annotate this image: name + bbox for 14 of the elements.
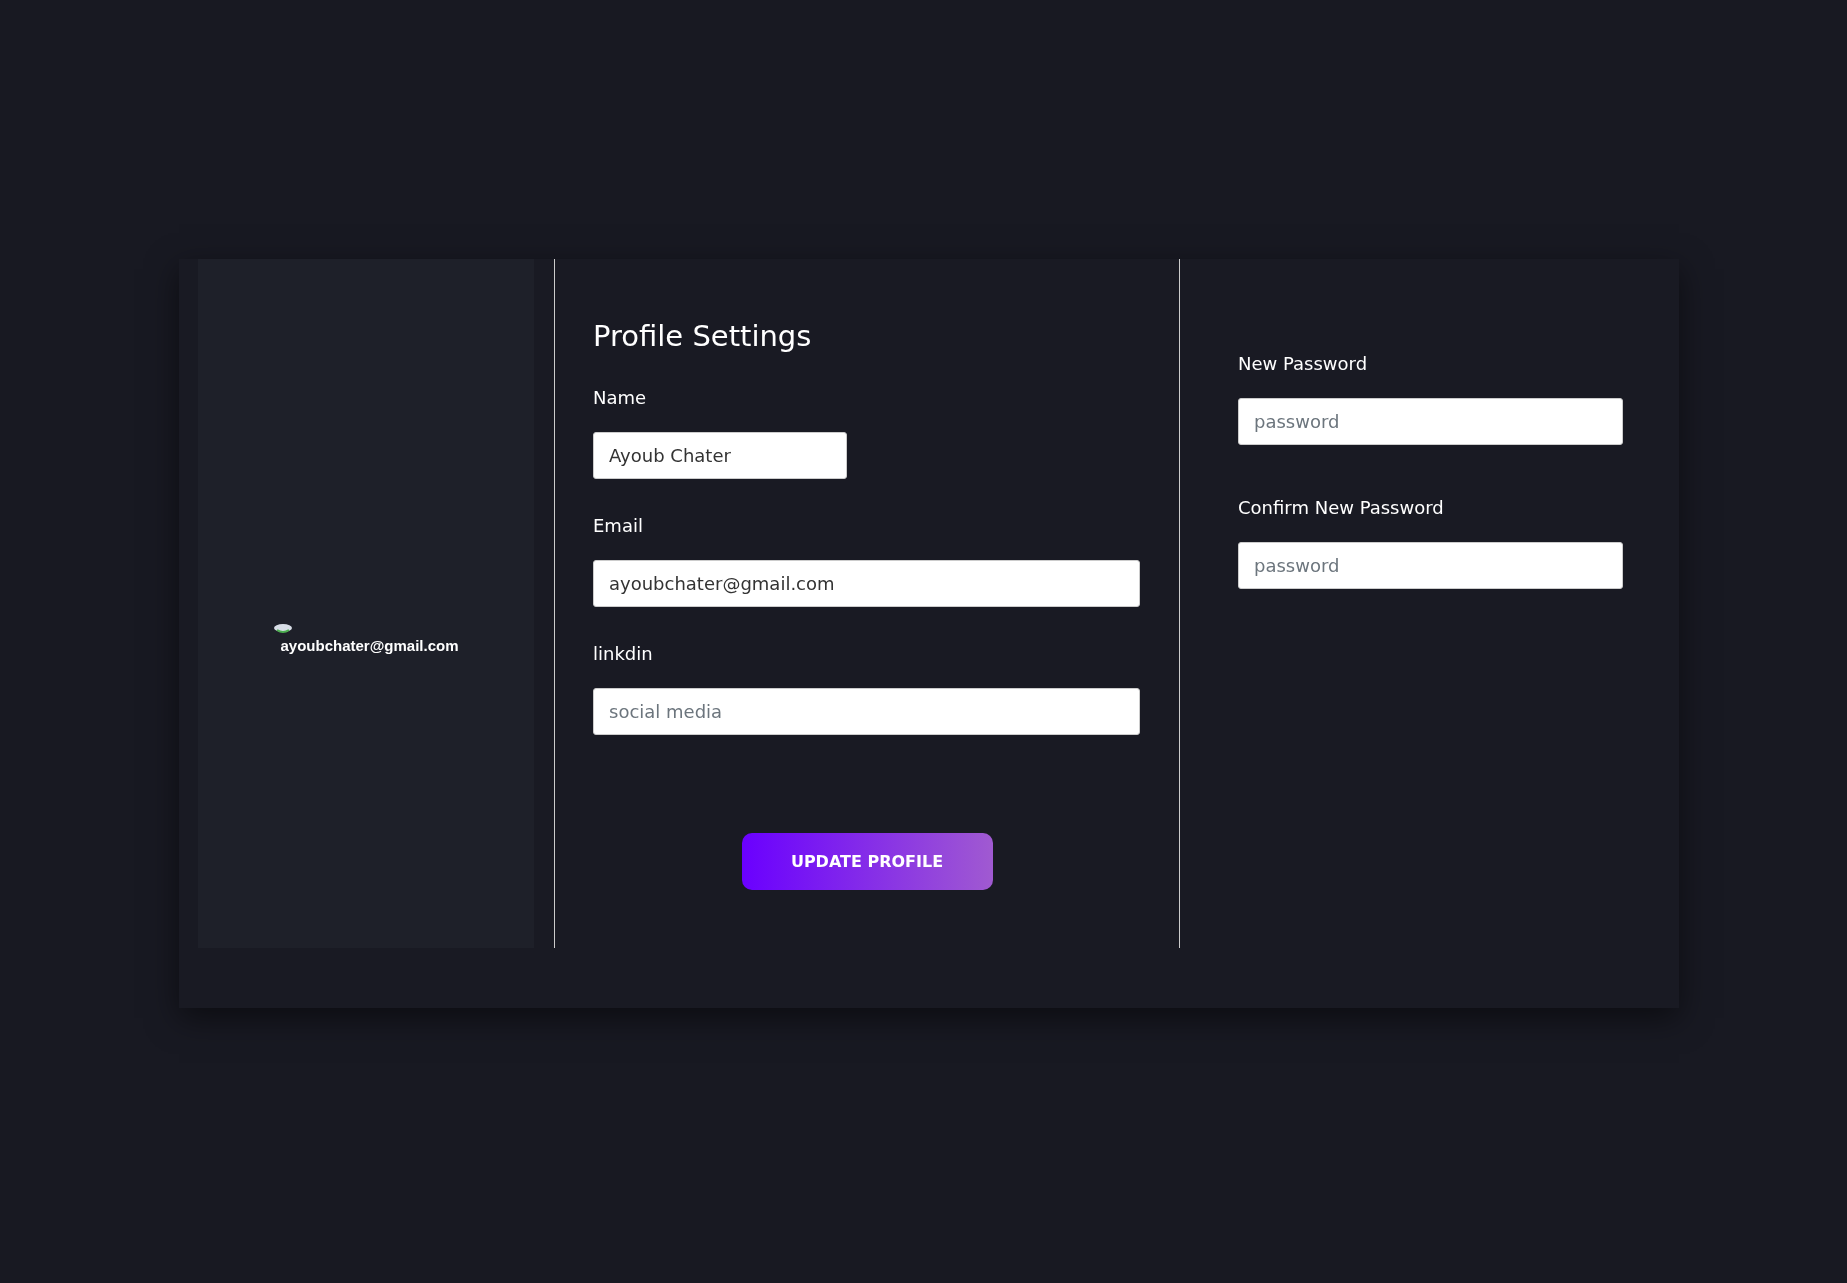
field-label: Confirm New Password: [1238, 497, 1445, 518]
settings-title: Profile Settings: [593, 319, 813, 353]
field-label: linkdin: [593, 643, 654, 664]
input-field[interactable]: ayoubchater@gmail.com: [593, 560, 1140, 607]
update-profile-button[interactable]: UPDATE PROFILE: [741, 833, 993, 890]
field-label: New Password: [1238, 353, 1369, 374]
password-field[interactable]: password: [1238, 398, 1623, 445]
password-field[interactable]: password: [1238, 542, 1623, 589]
broken-image-icon: [273, 623, 294, 635]
profile-email: ayoubchater@gmail.com: [280, 637, 459, 654]
field-label: Email: [593, 515, 644, 536]
input-field[interactable]: social media: [593, 688, 1140, 735]
field-label: Name: [593, 387, 648, 408]
input-field[interactable]: Ayoub Chater: [593, 432, 847, 479]
